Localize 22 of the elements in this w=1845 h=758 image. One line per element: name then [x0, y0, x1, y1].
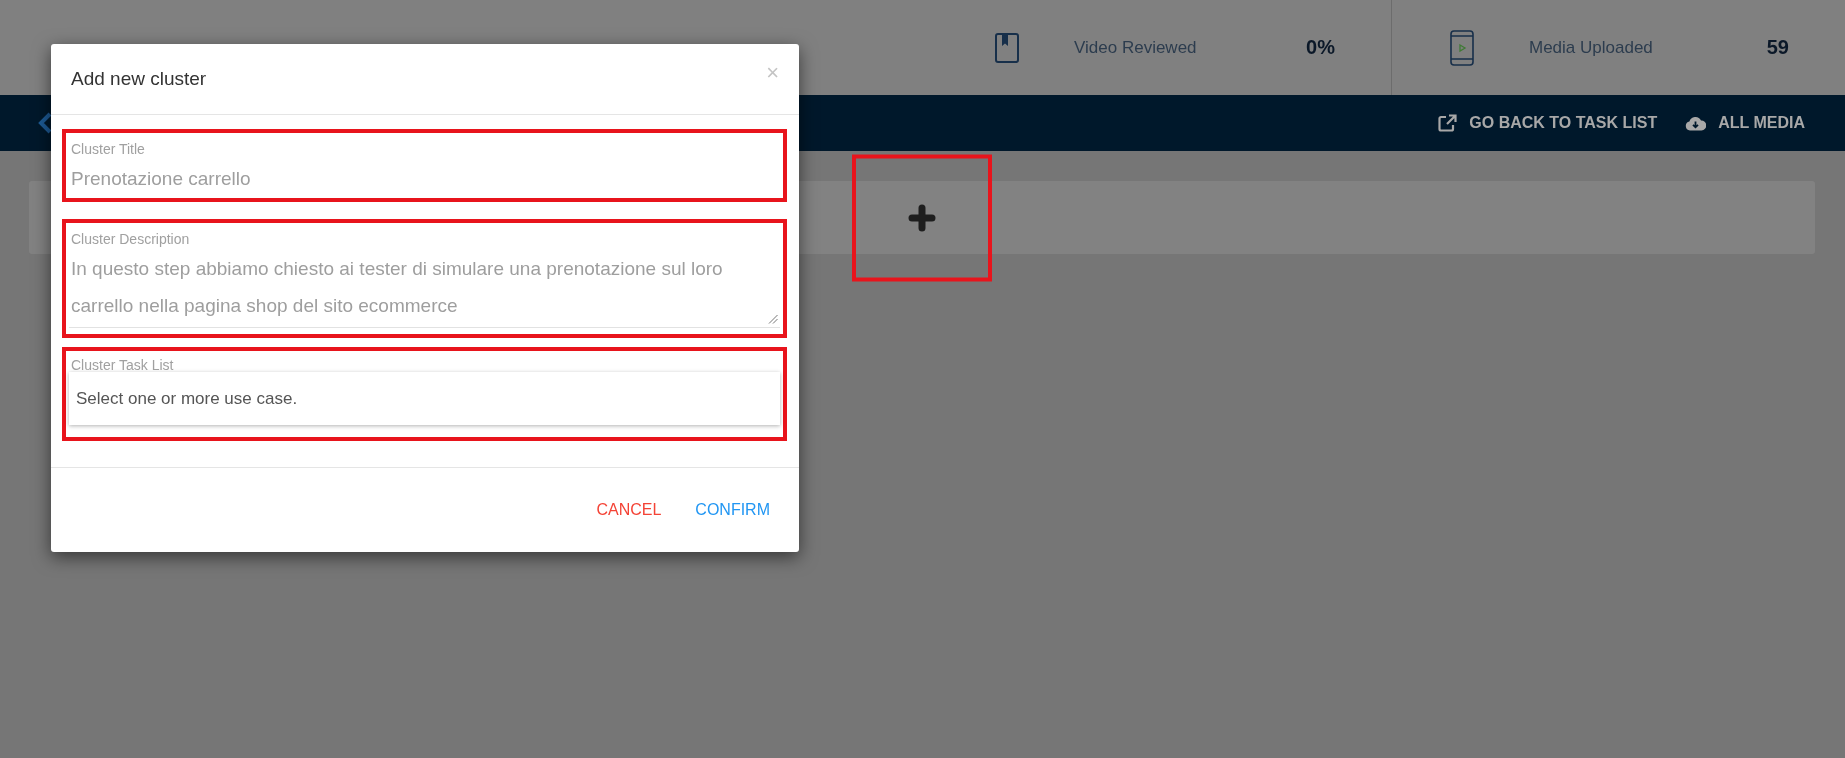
cancel-button[interactable]: CANCEL: [594, 495, 664, 525]
stat-value: 59: [1766, 36, 1789, 59]
field-label: Cluster Task List: [70, 358, 175, 372]
field-label: Cluster Title: [70, 141, 146, 157]
cloud-download-icon: [1685, 115, 1707, 131]
text-field[interactable]: Prenotazione carrello: [69, 166, 780, 192]
confirm-button[interactable]: CONFIRM: [693, 495, 772, 525]
nav-link[interactable]: GO BACK TO TASK LIST: [1438, 114, 1658, 132]
stat-label: Video Reviewed: [1074, 37, 1197, 58]
stat-label: Media Uploaded: [1529, 37, 1653, 58]
field-label: Cluster Description: [70, 231, 191, 247]
external-link-icon: [1438, 114, 1458, 132]
bookmark-book-icon: [995, 32, 1019, 63]
nav-link[interactable]: ALL MEDIA: [1685, 114, 1805, 132]
stat-value: 0%: [1306, 36, 1335, 59]
select-field[interactable]: Select one or more use case.: [69, 372, 780, 425]
phone-play-icon: [1450, 29, 1474, 66]
plus-icon[interactable]: [908, 203, 936, 232]
chevron-left-icon[interactable]: [38, 112, 52, 134]
dialog-title: Add new cluster: [71, 68, 207, 90]
resize-grip-icon[interactable]: [768, 314, 778, 324]
textarea-field[interactable]: In questo step abbiamo chiesto ai tester di simulare una prenotazione sul loro carrello nella pagina shop del sito ecommerce: [69, 250, 780, 328]
